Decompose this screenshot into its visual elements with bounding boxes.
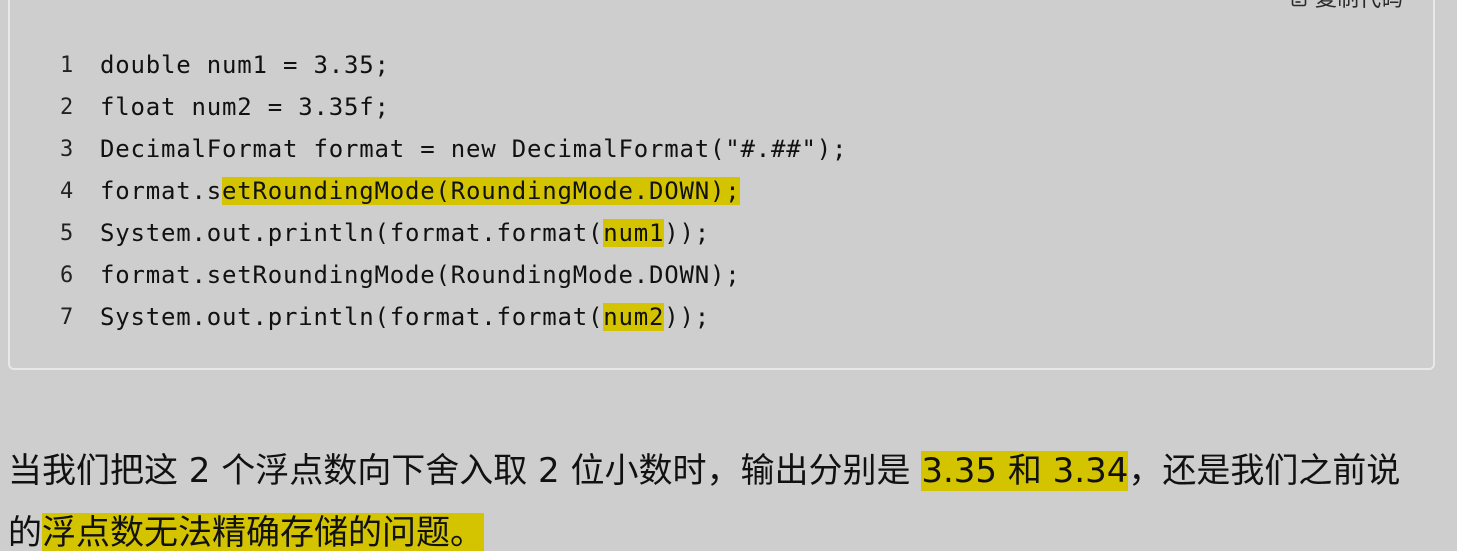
- highlighted-code-text: num2: [603, 303, 665, 331]
- line-code: format.setRoundingMode(RoundingMode.DOWN…: [100, 261, 740, 289]
- code-lines: 1 double num1 = 3.35; 2 float num2 = 3.35f;…: [10, 44, 1433, 338]
- line-code: double num1 = 3.35;: [100, 51, 390, 79]
- line-code: DecimalFormat format = new DecimalFormat…: [100, 135, 847, 163]
- highlighted-code-text: etRoundingMode(RoundingMode.DOWN);: [222, 177, 741, 205]
- code-text: ));: [664, 303, 710, 331]
- code-text: DecimalFormat format = new DecimalFormat…: [100, 135, 848, 163]
- code-text: ));: [664, 219, 710, 247]
- line-number: 2: [59, 94, 74, 120]
- line-code: format.setRoundingMode(RoundingMode.DOWN…: [100, 177, 741, 205]
- code-text: format.s: [100, 177, 222, 205]
- highlighted-code-text: num1: [603, 219, 665, 247]
- code-text: System.out.println(format.format(: [100, 219, 604, 247]
- code-line: 2 float num2 = 3.35f;: [10, 86, 1433, 128]
- code-text: float num2 = 3.35f;: [100, 93, 390, 121]
- code-text: format.setRoundingMode(RoundingMode.DOWN…: [100, 261, 741, 289]
- line-number: 1: [59, 52, 74, 78]
- line-code: System.out.println(format.format(num1));: [100, 219, 710, 247]
- highlighted-text: 浮点数无法精确存储的问题。: [42, 513, 484, 551]
- line-number: 6: [59, 262, 74, 288]
- line-code: float num2 = 3.35f;: [100, 93, 390, 121]
- code-line: 5 System.out.println(format.format(num1))…: [10, 212, 1433, 254]
- paragraph-text: 当我们把这 2 个浮点数向下舍入取 2 位小数时，输出分别是: [8, 451, 922, 491]
- code-text: double num1 = 3.35;: [100, 51, 390, 79]
- highlighted-text: 3.35 和 3.34: [921, 451, 1129, 491]
- body-paragraph: 当我们把这 2 个浮点数向下舍入取 2 位小数时，输出分别是 3.35 和 3.…: [8, 440, 1428, 551]
- code-block: 复制代码 1 double num1 = 3.35; 2 float num2 = 3…: [8, 0, 1435, 370]
- code-line: 7 System.out.println(format.format(num2))…: [10, 296, 1433, 338]
- line-number: 7: [59, 304, 74, 330]
- line-number: 5: [59, 220, 74, 246]
- code-line: 4 format.setRoundingMode(RoundingMode.DOW…: [10, 170, 1433, 212]
- line-code: System.out.println(format.format(num2));: [100, 303, 710, 331]
- code-text: System.out.println(format.format(: [100, 303, 604, 331]
- line-number: 3: [59, 136, 74, 162]
- clipboard-icon: [1291, 0, 1309, 7]
- code-line: 3 DecimalFormat format = new DecimalForma…: [10, 128, 1433, 170]
- code-line: 1 double num1 = 3.35;: [10, 44, 1433, 86]
- code-line: 6 format.setRoundingMode(RoundingMode.DOW…: [10, 254, 1433, 296]
- copy-code-label: 复制代码: [1315, 0, 1403, 13]
- copy-code-button[interactable]: 复制代码: [1291, 0, 1403, 14]
- line-number: 4: [59, 178, 74, 204]
